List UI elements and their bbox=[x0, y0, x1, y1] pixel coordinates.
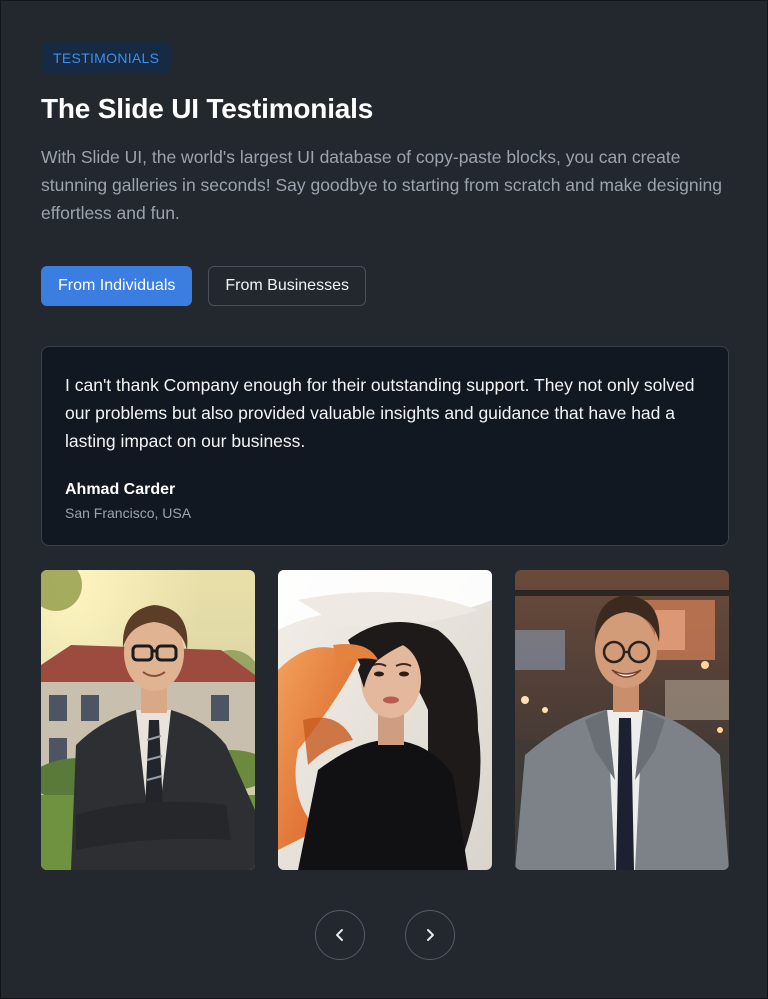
testimonial-card: I can't thank Company enough for their o… bbox=[41, 346, 729, 546]
page-title: The Slide UI Testimonials bbox=[41, 93, 374, 124]
testimonials-section: TESTIMONIALS The Slide UI Testimonials W… bbox=[0, 0, 768, 999]
author-name: Ahmad Carder bbox=[65, 481, 176, 498]
next-button[interactable] bbox=[405, 910, 455, 960]
audience-tabs: From Individuals From Businesses bbox=[41, 266, 366, 306]
previous-button[interactable] bbox=[315, 910, 365, 960]
portrait-image bbox=[278, 570, 492, 870]
section-description: With Slide UI, the world's largest UI da… bbox=[41, 147, 722, 223]
chevron-right-icon bbox=[427, 929, 434, 941]
gallery-photo-man-indoors[interactable] bbox=[515, 570, 729, 870]
section-badge: TESTIMONIALS bbox=[41, 42, 172, 74]
portrait-image bbox=[41, 570, 255, 870]
gallery-photo-man-outdoors[interactable] bbox=[41, 570, 255, 870]
chevron-left-icon bbox=[336, 929, 343, 941]
gallery-photo-woman[interactable] bbox=[278, 570, 492, 870]
testimonial-gallery bbox=[41, 570, 729, 870]
author-location: San Francisco, USA bbox=[65, 505, 192, 521]
testimonial-quote: I can't thank Company enough for their o… bbox=[65, 375, 695, 451]
tab-from-individuals[interactable]: From Individuals bbox=[41, 266, 193, 306]
portrait-image bbox=[515, 570, 729, 870]
tab-from-businesses[interactable]: From Businesses bbox=[208, 266, 366, 306]
